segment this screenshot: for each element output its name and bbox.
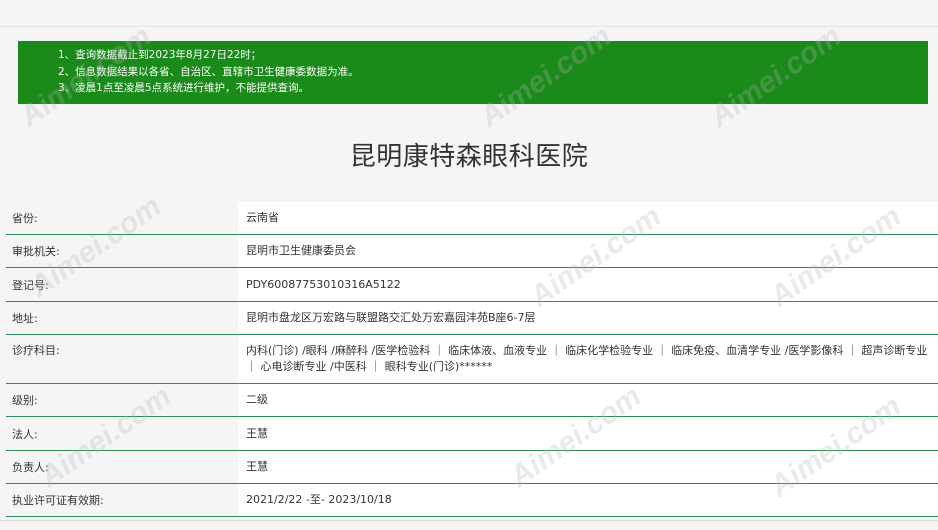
row-value: 昆明市卫生健康委员会 <box>238 235 938 267</box>
notice-line-1: 1、查询数据截止到2023年8月27日22时； <box>58 49 262 61</box>
row-value: 二级 <box>238 384 938 416</box>
notice-line-3: 3、凌晨1点至凌晨5点系统进行维护，不能提供查询。 <box>58 82 310 94</box>
row-label: 审批机关: <box>6 235 238 267</box>
row-level: 级别: 二级 <box>6 384 938 417</box>
row-value: PDY60087753010316A5122 <box>238 268 938 301</box>
row-address: 地址: 昆明市盘龙区万宏路与联盟路交汇处万宏嘉园沣苑B座6-7层 <box>6 302 938 335</box>
row-label: 登记号: <box>6 268 238 301</box>
row-value: 王慧 <box>238 417 938 450</box>
notice-banner: 1、查询数据截止到2023年8月27日22时； 2、信息数据结果以各省、自治区、… <box>18 41 928 104</box>
row-label: 诊疗科目: <box>6 335 238 383</box>
row-label: 省份: <box>6 202 238 234</box>
row-legal-person: 法人: 王慧 <box>6 417 938 451</box>
top-divider <box>0 26 938 27</box>
row-license-validity: 执业许可证有效期: 2021/2/22 -至- 2023/10/18 <box>6 484 938 517</box>
row-province: 省份: 云南省 <box>6 202 938 235</box>
bottom-divider <box>0 520 938 521</box>
row-label: 执业许可证有效期: <box>6 484 238 516</box>
row-person-in-charge: 负责人: 王慧 <box>6 451 938 484</box>
notice-line-2: 2、信息数据结果以各省、自治区、直辖市卫生健康委数据为准。 <box>58 65 359 78</box>
row-registration-number: 登记号: PDY60087753010316A5122 <box>6 268 938 302</box>
row-departments: 诊疗科目: 内科(门诊) /眼科 /麻醉科 /医学检验科 ｜ 临床体液、血液专业… <box>6 335 938 384</box>
row-label: 负责人: <box>6 451 238 483</box>
page-title: 昆明康特森眼科医院 <box>349 142 589 172</box>
row-label: 地址: <box>6 302 238 334</box>
row-approval-authority: 审批机关: 昆明市卫生健康委员会 <box>6 235 938 268</box>
row-value: 2021/2/22 -至- 2023/10/18 <box>238 484 938 516</box>
row-value: 内科(门诊) /眼科 /麻醉科 /医学检验科 ｜ 临床体液、血液专业 ｜ 临床化… <box>238 335 938 383</box>
row-value: 云南省 <box>238 202 938 234</box>
row-label: 法人: <box>6 417 238 450</box>
row-label: 级别: <box>6 384 238 416</box>
row-value: 昆明市盘龙区万宏路与联盟路交汇处万宏嘉园沣苑B座6-7层 <box>238 302 938 334</box>
hospital-info-table: 省份: 云南省 审批机关: 昆明市卫生健康委员会 登记号: PDY6008775… <box>6 202 938 517</box>
row-value: 王慧 <box>238 451 938 483</box>
